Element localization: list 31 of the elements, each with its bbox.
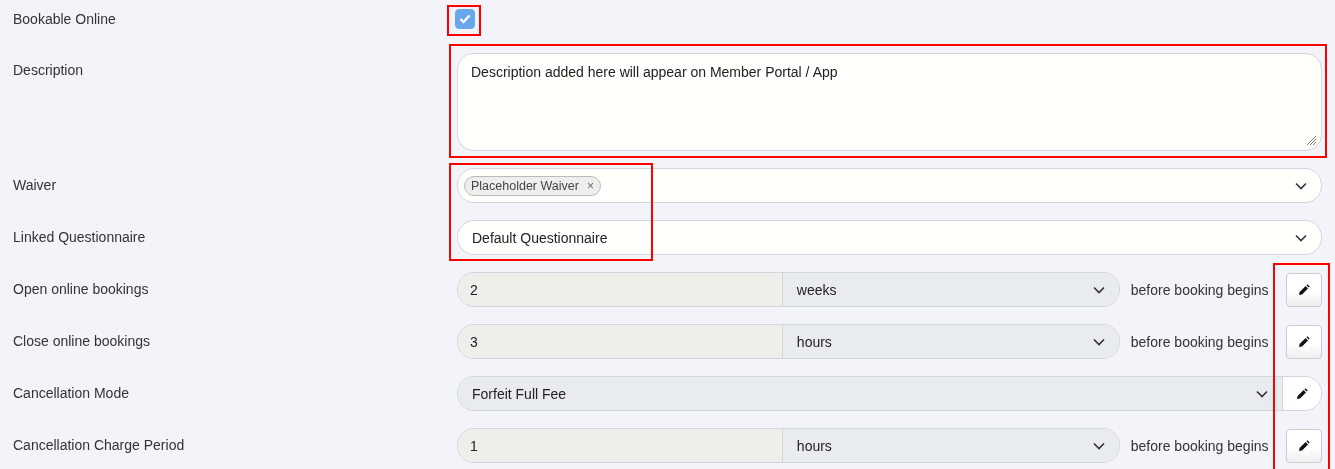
suffix-text: before booking begins — [1130, 437, 1270, 454]
waiver-tag: Placeholder Waiver × — [464, 175, 601, 196]
edit-button[interactable] — [1285, 428, 1322, 463]
edit-button[interactable] — [1283, 377, 1321, 410]
field-label: Cancellation Mode — [12, 384, 130, 403]
edit-button[interactable] — [1285, 324, 1322, 359]
field-label: Open online bookings — [12, 280, 150, 299]
edit-button[interactable] — [1285, 272, 1322, 307]
suffix-text: before booking begins — [1130, 333, 1270, 350]
field-label: Bookable Online — [12, 10, 117, 29]
field-label: Close online bookings — [12, 332, 151, 351]
resize-grip-icon — [1306, 135, 1317, 146]
remove-tag-button[interactable]: × — [586, 178, 594, 193]
chevron-icon — [1295, 181, 1307, 190]
pencil-icon — [1297, 283, 1310, 296]
description-field[interactable]: Description added here will appear on Member Portal / App — [457, 53, 1322, 151]
chevron-icon — [1295, 233, 1307, 242]
chevron-icon — [1256, 389, 1269, 398]
cancellation-mode-select[interactable]: Forfeit Full Fee — [458, 377, 1284, 410]
field-label: Description — [12, 61, 85, 80]
field-label: Waiver — [12, 176, 58, 195]
field-label: Linked Questionnaire — [12, 228, 147, 247]
pencil-icon — [1296, 387, 1308, 400]
suffix-text: before booking begins — [1130, 281, 1270, 298]
check-icon — [459, 14, 471, 24]
checkbox[interactable] — [455, 9, 475, 29]
field-label: Cancellation Charge Period — [12, 436, 186, 455]
waiver-select[interactable]: Placeholder Waiver × — [457, 168, 1322, 203]
questionnaire-select[interactable]: Default Questionnaire — [457, 220, 1322, 255]
pencil-icon — [1297, 439, 1310, 452]
pencil-icon — [1297, 335, 1310, 348]
